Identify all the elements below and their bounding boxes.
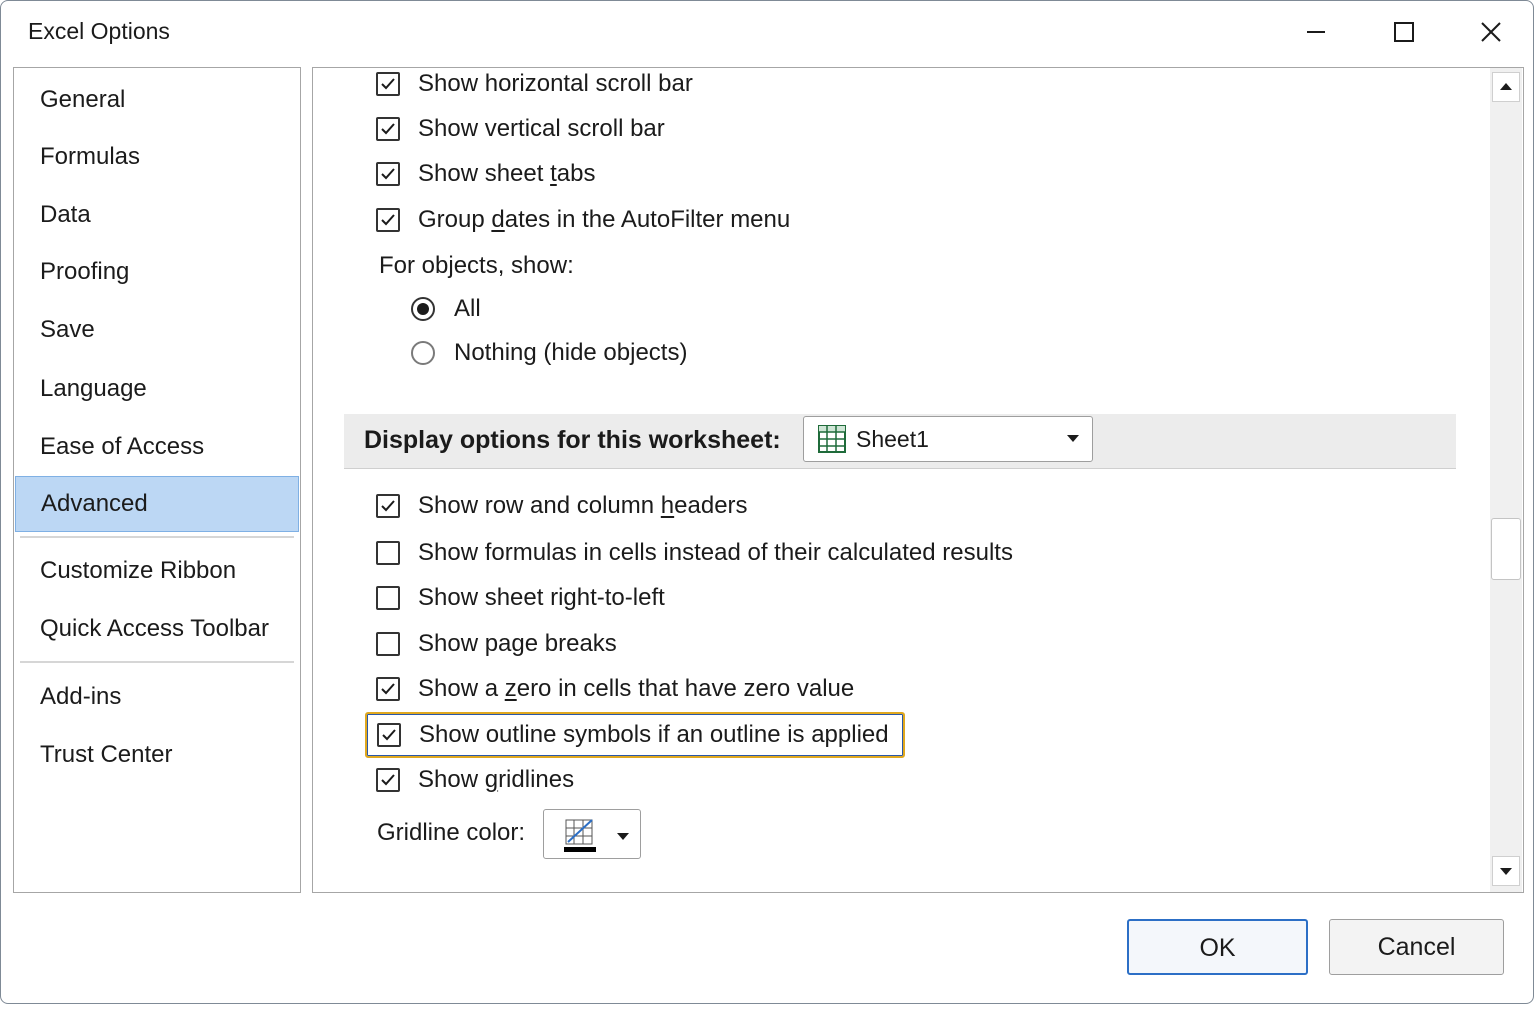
checkmark-icon	[382, 729, 396, 741]
option-label: Show horizontal scroll bar	[418, 70, 693, 97]
section-title: Display options for this worksheet:	[364, 426, 781, 454]
sheet-select-value: Sheet1	[856, 425, 929, 452]
objects-label-row: For objects, show:	[379, 246, 574, 286]
checkbox[interactable]	[376, 72, 400, 96]
objects-label: For objects, show:	[379, 252, 574, 279]
radio-button[interactable]	[411, 341, 435, 365]
nav-item-proofing[interactable]: Proofing	[15, 244, 299, 300]
maximize-icon	[1394, 22, 1414, 42]
option-horizontal-scroll[interactable]: Show horizontal scroll bar	[376, 68, 693, 104]
dialog-title: Excel Options	[28, 18, 170, 44]
checkmark-icon	[381, 78, 395, 90]
minimize-button[interactable]	[1293, 11, 1339, 53]
option-group-dates[interactable]: Group dates in the AutoFilter menu	[376, 200, 790, 240]
nav-item-trust-center[interactable]: Trust Center	[15, 727, 299, 783]
option-label: Show vertical scroll bar	[418, 115, 665, 142]
option-formulas-in-cells[interactable]: Show formulas in cells instead of their …	[376, 533, 1013, 573]
radio-dot	[417, 303, 429, 315]
option-label: Show sheet tabs	[418, 160, 596, 187]
minimize-icon	[1307, 31, 1325, 33]
gridline-color-label-row: Gridline color:	[377, 813, 525, 853]
checkmark-icon	[381, 774, 395, 786]
option-right-to-left[interactable]: Show sheet right-to-left	[376, 578, 665, 618]
gridline-color-icon	[564, 819, 596, 852]
option-label: Nothing (hide objects)	[454, 339, 688, 366]
nav-item-quick-access-toolbar[interactable]: Quick Access Toolbar	[15, 601, 299, 657]
option-page-breaks[interactable]: Show page breaks	[376, 624, 617, 664]
nav-item-advanced[interactable]: Advanced	[15, 476, 299, 532]
checkbox[interactable]	[376, 632, 400, 656]
checkbox[interactable]	[376, 541, 400, 565]
checkmark-icon	[381, 214, 395, 226]
radio-button[interactable]	[411, 297, 435, 321]
checkbox[interactable]	[376, 677, 400, 701]
option-label: Show gridlines	[418, 766, 575, 793]
sheet-select[interactable]: Sheet1	[803, 416, 1093, 462]
option-objects-all[interactable]: All	[411, 289, 481, 329]
nav-item-data[interactable]: Data	[15, 187, 299, 243]
option-label: Show sheet right-to-left	[418, 584, 665, 611]
nav-item-general[interactable]: General	[15, 72, 299, 128]
nav-item-formulas[interactable]: Formulas	[15, 129, 299, 185]
option-label: Show row and column headers	[418, 492, 748, 519]
option-gridlines[interactable]: Show gridlines	[376, 760, 574, 800]
close-button[interactable]	[1468, 11, 1514, 53]
arrow-down-icon	[1500, 868, 1512, 875]
nav-separator	[20, 661, 294, 663]
worksheet-section-header: Display options for this worksheet: Shee…	[344, 414, 1456, 469]
checkbox[interactable]	[376, 768, 400, 792]
scroll-up-button[interactable]	[1492, 72, 1520, 102]
ok-button[interactable]: OK	[1127, 919, 1308, 975]
checkmark-icon	[381, 123, 395, 135]
option-label: Show formulas in cells instead of their …	[418, 539, 1013, 566]
option-sheet-tabs[interactable]: Show sheet tabs	[376, 154, 595, 194]
checkmark-icon	[381, 683, 395, 695]
scroll-down-button[interactable]	[1492, 856, 1520, 886]
checkbox[interactable]	[377, 723, 401, 747]
option-objects-nothing[interactable]: Nothing (hide objects)	[411, 333, 687, 373]
option-label: Show outline symbols if an outline is ap…	[419, 721, 889, 748]
nav-item-customize-ribbon[interactable]: Customize Ribbon	[15, 543, 299, 599]
vertical-scrollbar[interactable]	[1490, 68, 1522, 892]
option-zero-value[interactable]: Show a zero in cells that have zero valu…	[376, 669, 854, 709]
title-bar: Excel Options	[1, 1, 1533, 63]
nav-item-add-ins[interactable]: Add-ins	[15, 669, 299, 725]
option-label: Group dates in the AutoFilter menu	[418, 206, 791, 233]
chevron-down-icon	[1067, 435, 1079, 442]
option-label: Show page breaks	[418, 630, 617, 657]
sheet-grid-icon	[818, 425, 846, 453]
option-vertical-scroll[interactable]: Show vertical scroll bar	[376, 109, 665, 149]
maximize-button[interactable]	[1381, 11, 1427, 53]
checkbox[interactable]	[376, 586, 400, 610]
checkbox[interactable]	[376, 117, 400, 141]
arrow-up-icon	[1500, 83, 1512, 90]
option-label: All	[454, 295, 481, 322]
excel-options-dialog: Excel Options General Formulas Data Proo…	[0, 0, 1534, 1004]
gridline-color-label: Gridline color:	[377, 819, 526, 846]
checkmark-icon	[381, 500, 395, 512]
nav-separator	[20, 536, 294, 538]
nav-item-save[interactable]: Save	[15, 302, 299, 358]
close-icon	[1481, 22, 1501, 42]
option-outline-symbols[interactable]: Show outline symbols if an outline is ap…	[365, 712, 905, 758]
checkbox[interactable]	[376, 208, 400, 232]
option-label: Show a zero in cells that have zero valu…	[418, 675, 855, 702]
checkmark-icon	[381, 168, 395, 180]
option-row-column-headers[interactable]: Show row and column headers	[376, 486, 748, 526]
cancel-button[interactable]: Cancel	[1329, 919, 1504, 975]
nav-item-language[interactable]: Language	[15, 361, 299, 417]
nav-item-ease-of-access[interactable]: Ease of Access	[15, 419, 299, 475]
chevron-down-icon	[617, 833, 629, 840]
options-nav: General Formulas Data Proofing Save Lang…	[13, 67, 301, 893]
advanced-options-panel: Show horizontal scroll bar Show vertical…	[312, 67, 1524, 893]
checkbox[interactable]	[376, 162, 400, 186]
scroll-thumb[interactable]	[1491, 518, 1521, 580]
gridline-color-picker[interactable]	[543, 809, 641, 859]
checkbox[interactable]	[376, 494, 400, 518]
